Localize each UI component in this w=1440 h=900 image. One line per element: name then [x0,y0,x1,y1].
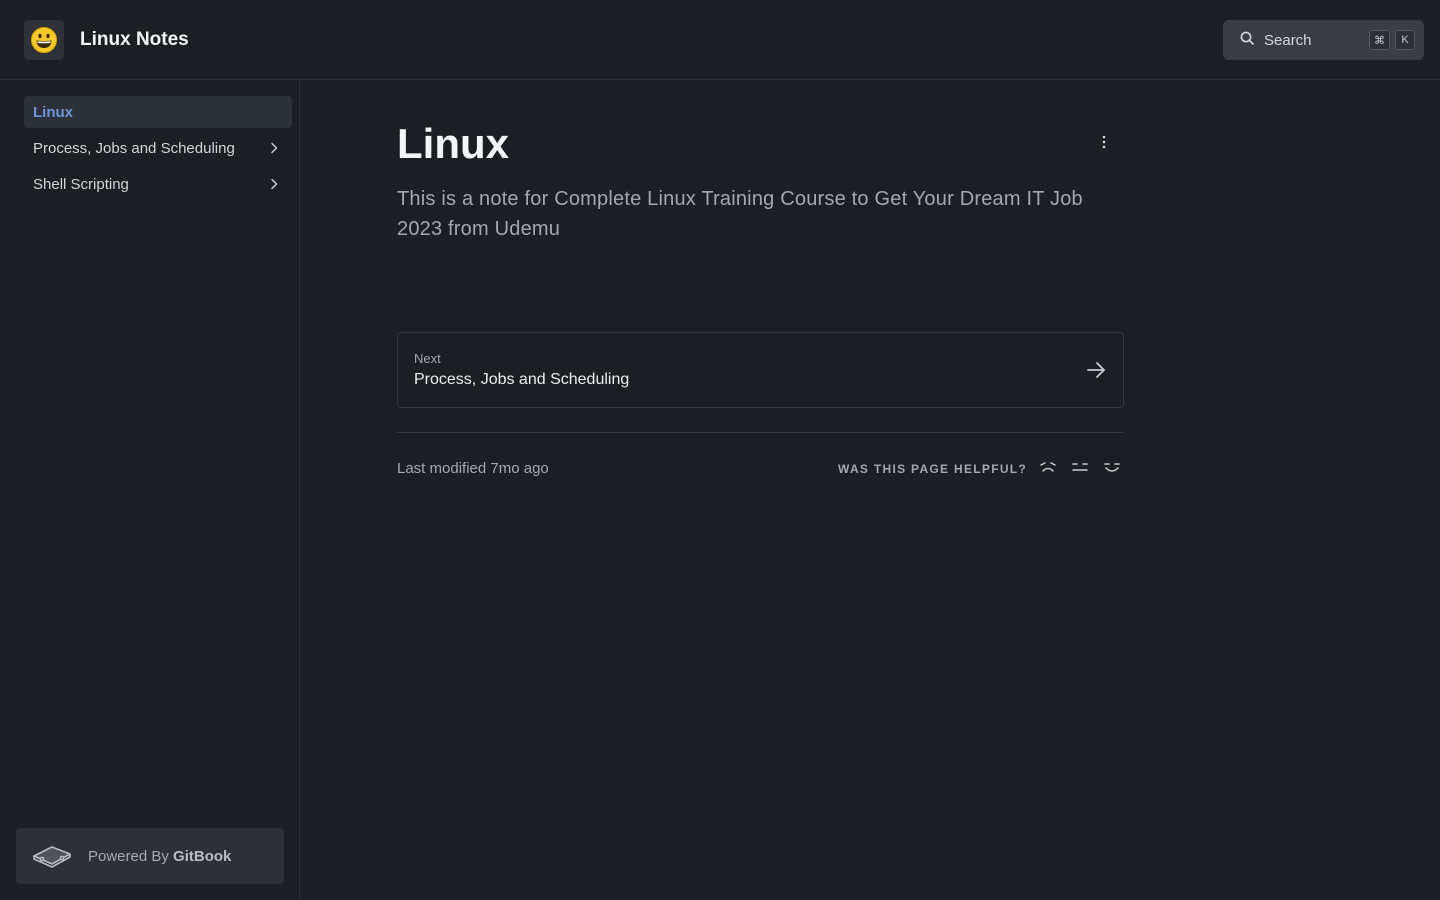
happy-face-icon [1103,460,1121,478]
logo-emoji-icon[interactable] [24,20,64,60]
page-description: This is a note for Complete Linux Traini… [397,188,1083,240]
powered-by-text: Powered By GitBook [88,848,231,865]
shortcut-cmd-key: ⌘ [1369,30,1390,50]
rate-unhappy-button[interactable] [1037,458,1059,480]
app-title[interactable]: Linux Notes [80,28,189,52]
vertical-dots-icon [1102,135,1106,154]
sidebar: Linux Process, Jobs and Scheduling Shell… [0,80,300,900]
sidebar-item-label: Linux [33,103,73,121]
gitbook-logo-icon [32,840,72,877]
next-label: Next [414,351,441,366]
powered-by-prefix: Powered By [88,847,169,865]
chevron-right-icon[interactable] [268,141,280,159]
rate-happy-button[interactable] [1101,458,1123,480]
page-title: Linux [397,120,509,167]
helpful-question: WAS THIS PAGE HELPFUL? [838,462,1028,476]
powered-by-gitbook-link[interactable]: Powered By GitBook [16,828,284,884]
sidebar-item-label: Shell Scripting [33,175,129,193]
sidebar-item-process-jobs-scheduling[interactable]: Process, Jobs and Scheduling [24,132,292,164]
rate-neutral-button[interactable] [1069,458,1091,480]
search-label: Search [1264,31,1312,49]
sidebar-item-linux[interactable]: Linux [24,96,292,128]
next-page-link[interactable]: Next Process, Jobs and Scheduling [397,332,1124,408]
sidebar-item-shell-scripting[interactable]: Shell Scripting [24,168,292,200]
next-page-title: Process, Jobs and Scheduling [414,371,630,388]
neutral-face-icon [1071,460,1089,478]
sad-face-icon [1039,460,1057,478]
top-header: Linux Notes Search ⌘ K [0,0,1440,80]
shortcut-k-key: K [1395,30,1415,50]
more-options-button[interactable] [1094,134,1114,154]
search-button[interactable]: Search ⌘ K [1223,20,1424,60]
arrow-right-icon [1086,360,1106,385]
sidebar-item-label: Process, Jobs and Scheduling [33,139,235,157]
search-icon [1240,31,1254,50]
powered-by-brand: GitBook [173,847,232,865]
content-divider [397,432,1124,433]
last-modified-text: Last modified 7mo ago [397,460,549,477]
chevron-right-icon[interactable] [268,177,280,195]
